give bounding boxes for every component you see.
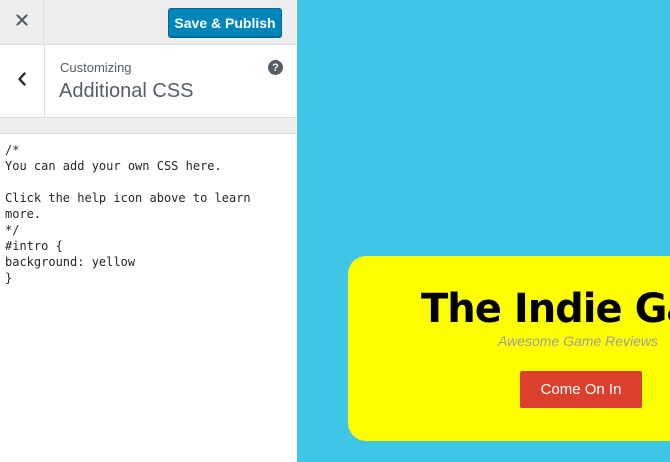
site-title: The Indie Game Hub: [421, 286, 670, 332]
section-header: Customizing Additional CSS ?: [0, 45, 296, 118]
come-on-in-button[interactable]: Come On In: [520, 371, 642, 408]
help-icon[interactable]: ?: [268, 60, 283, 75]
breadcrumb: Customizing: [60, 60, 132, 75]
customizer-panel: Save & Publish Customizing Additional CS…: [0, 0, 296, 462]
chevron-left-icon: [17, 71, 27, 91]
save-publish-button[interactable]: Save & Publish: [168, 8, 282, 37]
back-button[interactable]: [0, 45, 45, 117]
site-tagline: Awesome Game Reviews: [498, 333, 659, 349]
section-title: Additional CSS: [59, 80, 194, 102]
css-editor[interactable]: /* You can add your own CSS here. Click …: [0, 134, 296, 462]
close-button[interactable]: [0, 0, 44, 44]
site-preview: The Indie Game Hub Awesome Game Reviews …: [297, 0, 670, 462]
customizer-window: Save & Publish Customizing Additional CS…: [0, 0, 670, 462]
section-divider: [0, 118, 296, 134]
help-glyph: ?: [272, 61, 279, 74]
close-icon: [15, 13, 28, 31]
intro-section: The Indie Game Hub Awesome Game Reviews …: [348, 256, 670, 441]
customizer-toolbar: Save & Publish: [0, 0, 296, 45]
